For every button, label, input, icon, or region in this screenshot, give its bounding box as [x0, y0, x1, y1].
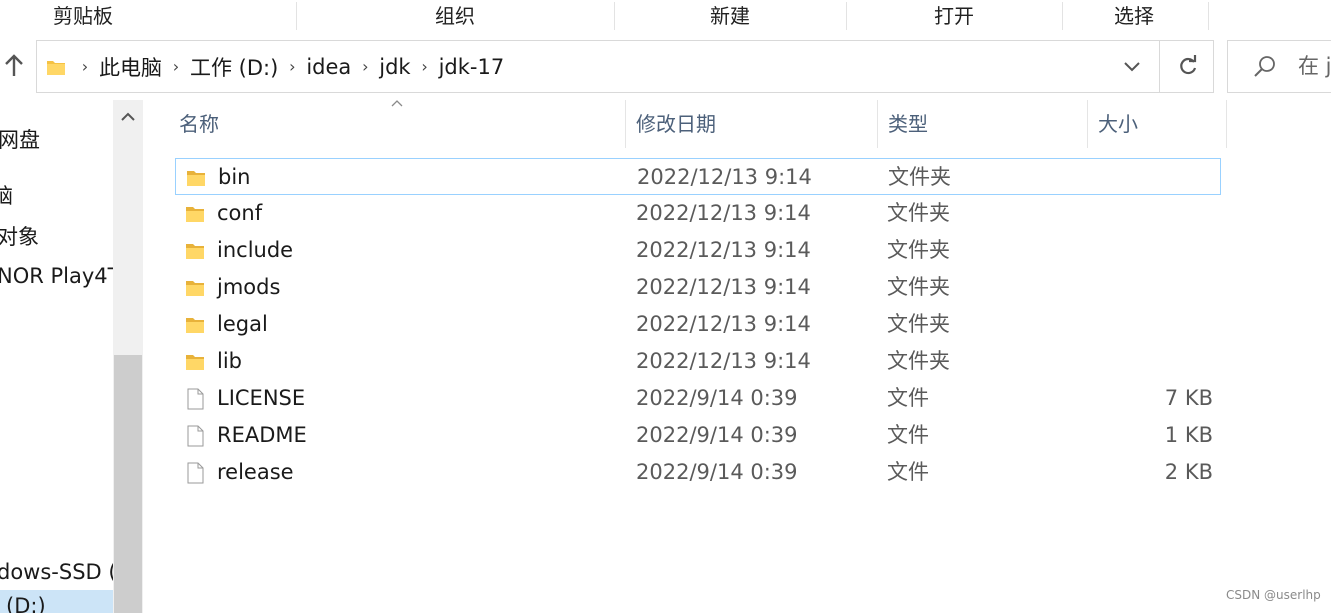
- column-divider[interactable]: [625, 100, 626, 148]
- file-date: 2022/12/13 9:14: [637, 165, 812, 189]
- file-type: 文件夹: [887, 312, 950, 336]
- file-size: 2 KB: [1164, 460, 1213, 484]
- ribbon-group-labels: 剪贴板 组织 新建 打开 选择: [0, 0, 1331, 32]
- file-name: LICENSE: [217, 386, 306, 410]
- file-row[interactable]: conf 2022/12/13 9:14 文件夹: [175, 195, 1221, 232]
- file-date: 2022/12/13 9:14: [636, 201, 811, 225]
- chevron-right-icon[interactable]: ›: [168, 57, 184, 76]
- file-icon: [187, 425, 204, 447]
- folder-icon: [186, 355, 204, 370]
- chevron-right-icon[interactable]: ›: [417, 57, 433, 76]
- file-row[interactable]: legal 2022/12/13 9:14 文件夹: [175, 306, 1221, 343]
- file-row[interactable]: bin 2022/12/13 9:14 文件夹: [175, 158, 1221, 195]
- column-divider[interactable]: [1087, 100, 1088, 148]
- column-header-type[interactable]: 类型: [888, 100, 928, 148]
- arrow-up-icon: [5, 54, 23, 76]
- breadcrumb: › 此电脑 › 工作 (D:) › idea › jdk › jdk-17: [43, 41, 510, 92]
- file-date: 2022/12/13 9:14: [636, 349, 811, 373]
- file-name: README: [217, 423, 307, 447]
- nav-item-honor-play[interactable]: NOR Play4T: [0, 264, 113, 288]
- refresh-button[interactable]: [1175, 53, 1201, 79]
- file-name: conf: [217, 201, 263, 225]
- file-date: 2022/9/14 0:39: [636, 423, 798, 447]
- file-row[interactable]: lib 2022/12/13 9:14 文件夹: [175, 343, 1221, 380]
- breadcrumb-drive-d[interactable]: 工作 (D:): [184, 52, 284, 82]
- search-box[interactable]: 在 j: [1227, 40, 1331, 93]
- file-name: bin: [218, 165, 251, 189]
- watermark: CSDN @userlhp: [1226, 588, 1321, 602]
- file-type: 文件: [887, 460, 929, 484]
- column-divider[interactable]: [1226, 100, 1227, 148]
- breadcrumb-jdk-17[interactable]: jdk-17: [433, 55, 511, 79]
- file-name: include: [217, 238, 294, 262]
- folder-icon: [186, 207, 204, 222]
- ribbon-divider: [1208, 2, 1209, 30]
- refresh-icon: [1180, 55, 1197, 75]
- address-history-dropdown[interactable]: [1119, 53, 1145, 79]
- nav-item-drive-d[interactable]: (D:): [6, 594, 46, 613]
- file-date: 2022/12/13 9:14: [636, 238, 811, 262]
- file-row[interactable]: LICENSE 2022/9/14 0:39 文件 7 KB: [175, 380, 1221, 417]
- file-row[interactable]: README 2022/9/14 0:39 文件 1 KB: [175, 417, 1221, 454]
- column-header-size[interactable]: 大小: [1098, 100, 1138, 148]
- file-type: 文件夹: [888, 165, 951, 189]
- file-type: 文件夹: [887, 275, 950, 299]
- file-row[interactable]: include 2022/12/13 9:14 文件夹: [175, 232, 1221, 269]
- file-date: 2022/9/14 0:39: [636, 386, 798, 410]
- breadcrumb-idea[interactable]: idea: [300, 55, 357, 79]
- file-size: 1 KB: [1164, 423, 1213, 447]
- file-size: 7 KB: [1164, 386, 1213, 410]
- file-name: jmods: [217, 275, 281, 299]
- file-row[interactable]: release 2022/9/14 0:39 文件 2 KB: [175, 454, 1221, 491]
- nav-scrollbar[interactable]: [113, 100, 143, 613]
- file-date: 2022/12/13 9:14: [636, 275, 811, 299]
- file-name: release: [217, 460, 294, 484]
- ribbon-group-new: 新建: [710, 4, 750, 28]
- folder-icon: [47, 60, 65, 75]
- search-placeholder: 在 j: [1298, 54, 1331, 78]
- folder-icon: [186, 318, 204, 333]
- column-header-name[interactable]: 名称: [179, 100, 219, 148]
- file-date: 2022/12/13 9:14: [636, 312, 811, 336]
- scrollbar-thumb[interactable]: [114, 355, 142, 613]
- address-divider: [1159, 41, 1160, 92]
- navigation-pane: 网盘 脑 对象 NOR Play4T dows-SSD ( (D:): [0, 100, 113, 613]
- chevron-right-icon[interactable]: ›: [77, 57, 93, 76]
- column-divider[interactable]: [877, 100, 878, 148]
- file-type: 文件: [887, 386, 929, 410]
- file-name: lib: [217, 349, 242, 373]
- file-name: legal: [217, 312, 268, 336]
- file-icon: [187, 388, 204, 410]
- file-type: 文件夹: [887, 238, 950, 262]
- column-header-date[interactable]: 修改日期: [636, 100, 716, 148]
- chevron-right-icon[interactable]: ›: [284, 57, 300, 76]
- chevron-right-icon[interactable]: ›: [357, 57, 373, 76]
- nav-item-this-pc[interactable]: 脑: [0, 180, 13, 210]
- scroll-up-icon[interactable]: [119, 108, 137, 126]
- file-date: 2022/9/14 0:39: [636, 460, 798, 484]
- nav-item-netdisk[interactable]: 网盘: [0, 124, 40, 154]
- ribbon-group-open: 打开: [934, 4, 974, 28]
- folder-icon: [186, 281, 204, 296]
- nav-item-3d-objects[interactable]: 对象: [0, 221, 39, 251]
- file-row[interactable]: jmods 2022/12/13 9:14 文件夹: [175, 269, 1221, 306]
- ribbon-group-select: 选择: [1114, 4, 1154, 28]
- breadcrumb-jdk[interactable]: jdk: [373, 55, 416, 79]
- folder-icon: [186, 244, 204, 259]
- ribbon-group-clipboard: 剪贴板: [53, 4, 113, 28]
- nav-item-windows-ssd[interactable]: dows-SSD (: [0, 560, 113, 584]
- chevron-down-icon: [1124, 62, 1140, 72]
- file-type: 文件夹: [887, 349, 950, 373]
- up-button[interactable]: [2, 52, 28, 82]
- search-icon: [1254, 56, 1275, 77]
- folder-icon: [187, 171, 205, 186]
- address-bar[interactable]: › 此电脑 › 工作 (D:) › idea › jdk › jdk-17: [36, 40, 1214, 93]
- sort-ascending-icon: [391, 100, 403, 107]
- file-type: 文件夹: [887, 201, 950, 225]
- ribbon-group-organize: 组织: [435, 4, 475, 28]
- breadcrumb-this-pc[interactable]: 此电脑: [93, 52, 168, 82]
- file-type: 文件: [887, 423, 929, 447]
- file-icon: [187, 462, 204, 484]
